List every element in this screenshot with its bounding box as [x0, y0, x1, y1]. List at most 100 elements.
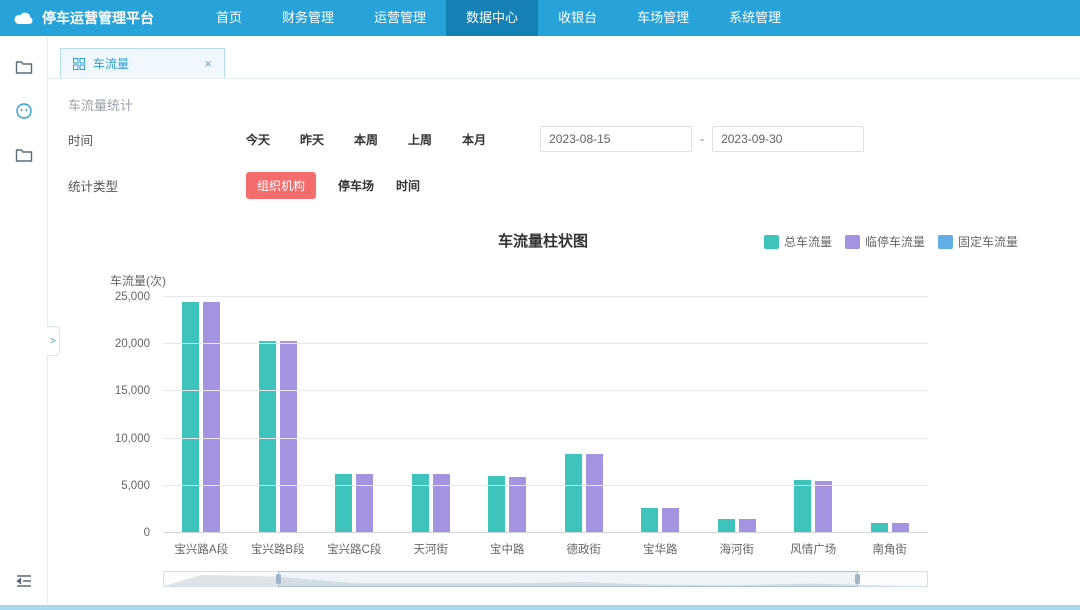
x-axis-label: 德政街 — [546, 541, 623, 557]
date-from-field — [540, 126, 692, 152]
y-tick-label: 0 — [144, 527, 150, 539]
gridline — [163, 485, 928, 486]
bar-group-3 — [393, 297, 470, 533]
gridline — [163, 390, 928, 391]
bar-临停车流量[interactable] — [433, 474, 450, 533]
type-option-1[interactable]: 停车场 — [338, 177, 374, 194]
x-axis-label: 宝兴路A段 — [163, 541, 240, 557]
bar-临停车流量[interactable] — [586, 454, 603, 533]
y-axis-ticks: 05,00010,00015,00020,00025,000 — [68, 297, 156, 533]
plot-area: 05,00010,00015,00020,00025,000 — [163, 297, 928, 533]
bar-临停车流量[interactable] — [203, 302, 220, 533]
date-from-input[interactable] — [541, 127, 692, 151]
chart-legend: 总车流量 临停车流量 固定车流量 — [764, 233, 1018, 250]
bar-group-7 — [699, 297, 776, 533]
x-axis-label: 宝华路 — [622, 541, 699, 557]
nav-item-0[interactable]: 首页 — [196, 0, 262, 36]
bar-总车流量[interactable] — [794, 480, 811, 533]
time-filter-label: 时间 — [68, 130, 246, 149]
datazoom-handle-left[interactable] — [276, 574, 281, 584]
circle-menu-icon[interactable] — [15, 102, 33, 120]
bar-group-0 — [163, 297, 240, 533]
quick-range-1[interactable]: 昨天 — [300, 131, 324, 148]
bar-group-1 — [240, 297, 317, 533]
bar-总车流量[interactable] — [412, 474, 429, 533]
app-title: 停车运营管理平台 — [42, 8, 154, 28]
gridline — [163, 532, 928, 533]
bar-总车流量[interactable] — [565, 454, 582, 533]
tab-close-icon[interactable]: × — [204, 57, 212, 70]
type-option-2[interactable]: 时间 — [396, 177, 420, 194]
folder-icon[interactable] — [15, 58, 33, 76]
quick-range-3[interactable]: 上周 — [408, 131, 432, 148]
tab-label: 车流量 — [93, 55, 129, 72]
legend-label: 固定车流量 — [958, 233, 1018, 250]
bar-临停车流量[interactable] — [356, 474, 373, 533]
bar-group-5 — [546, 297, 623, 533]
legend-swatch — [938, 235, 953, 249]
top-navbar: 停车运营管理平台 首页财务管理运营管理数据中心收银台车场管理系统管理 — [0, 0, 1080, 36]
datazoom-window[interactable] — [278, 571, 858, 587]
x-axis-label: 天河街 — [393, 541, 470, 557]
bar-总车流量[interactable] — [182, 302, 199, 533]
quick-range-0[interactable]: 今天 — [246, 131, 270, 148]
nav-item-4[interactable]: 收银台 — [538, 0, 617, 36]
nav-item-5[interactable]: 车场管理 — [617, 0, 709, 36]
bar-group-9 — [852, 297, 929, 533]
date-separator: - — [700, 132, 704, 146]
y-tick-label: 10,000 — [115, 433, 150, 445]
datazoom-handle-right[interactable] — [855, 574, 860, 584]
x-axis-label: 海河街 — [699, 541, 776, 557]
tab-traffic-volume[interactable]: 车流量 × — [60, 48, 225, 78]
chart-header: 车流量柱状图 总车流量临停车流量固定车流量 — [68, 230, 1018, 258]
legend-label: 临停车流量 — [865, 233, 925, 250]
gridline — [163, 438, 928, 439]
bar-总车流量[interactable] — [641, 508, 658, 533]
x-axis-label: 风情广场 — [775, 541, 852, 557]
bar-group-2 — [316, 297, 393, 533]
bar-临停车流量[interactable] — [662, 508, 679, 533]
nav-item-3[interactable]: 数据中心 — [446, 0, 538, 36]
nav-item-1[interactable]: 财务管理 — [262, 0, 354, 36]
bar-临停车流量[interactable] — [739, 519, 756, 533]
nav-item-6[interactable]: 系统管理 — [709, 0, 801, 36]
legend-item-0[interactable]: 总车流量 — [764, 233, 832, 250]
y-tick-label: 15,000 — [115, 385, 150, 397]
menu-indent-icon[interactable] — [15, 572, 33, 590]
time-filter-row: 时间 今天 昨天 本周 上周 本月 - — [68, 116, 1060, 162]
date-to-field — [712, 126, 864, 152]
gridline — [163, 343, 928, 344]
horizontal-scrollbar[interactable] — [0, 605, 1080, 610]
type-option-0[interactable]: 组织机构 — [246, 172, 316, 199]
y-axis-title: 车流量(次) — [110, 272, 1018, 289]
bar-临停车流量[interactable] — [815, 481, 832, 533]
sidebar-collapse-handle[interactable]: > — [47, 326, 60, 356]
legend-label: 总车流量 — [784, 233, 832, 250]
x-axis-label: 宝兴路C段 — [316, 541, 393, 557]
quick-range-4[interactable]: 本月 — [462, 131, 486, 148]
date-range-group: - — [540, 126, 864, 152]
legend-swatch — [845, 235, 860, 249]
type-filter-row: 统计类型 组织机构 停车场 时间 — [68, 162, 1060, 208]
quick-range-links: 今天 昨天 本周 上周 本月 — [246, 131, 486, 148]
date-to-input[interactable] — [713, 127, 864, 151]
bar-总车流量[interactable] — [718, 519, 735, 533]
bar-group-6 — [622, 297, 699, 533]
type-filter-label: 统计类型 — [68, 176, 246, 195]
gridline — [163, 296, 928, 297]
datazoom-slider[interactable] — [163, 571, 928, 587]
legend-item-2[interactable]: 固定车流量 — [938, 233, 1018, 250]
y-tick-label: 5,000 — [121, 480, 150, 492]
main-nav: 首页财务管理运营管理数据中心收银台车场管理系统管理 — [196, 0, 801, 36]
x-axis-label: 南角街 — [852, 541, 929, 557]
nav-item-2[interactable]: 运营管理 — [354, 0, 446, 36]
legend-item-1[interactable]: 临停车流量 — [845, 233, 925, 250]
folder-icon-2[interactable] — [15, 146, 33, 164]
bar-总车流量[interactable] — [335, 474, 352, 533]
legend-swatch — [764, 235, 779, 249]
x-axis-label: 宝兴路B段 — [240, 541, 317, 557]
traffic-bar-chart: 车流量柱状图 总车流量临停车流量固定车流量 车流量(次) 05,00010,00… — [68, 230, 1018, 587]
quick-range-2[interactable]: 本周 — [354, 131, 378, 148]
chevron-right-icon: > — [50, 336, 56, 347]
x-axis-label: 宝中路 — [469, 541, 546, 557]
